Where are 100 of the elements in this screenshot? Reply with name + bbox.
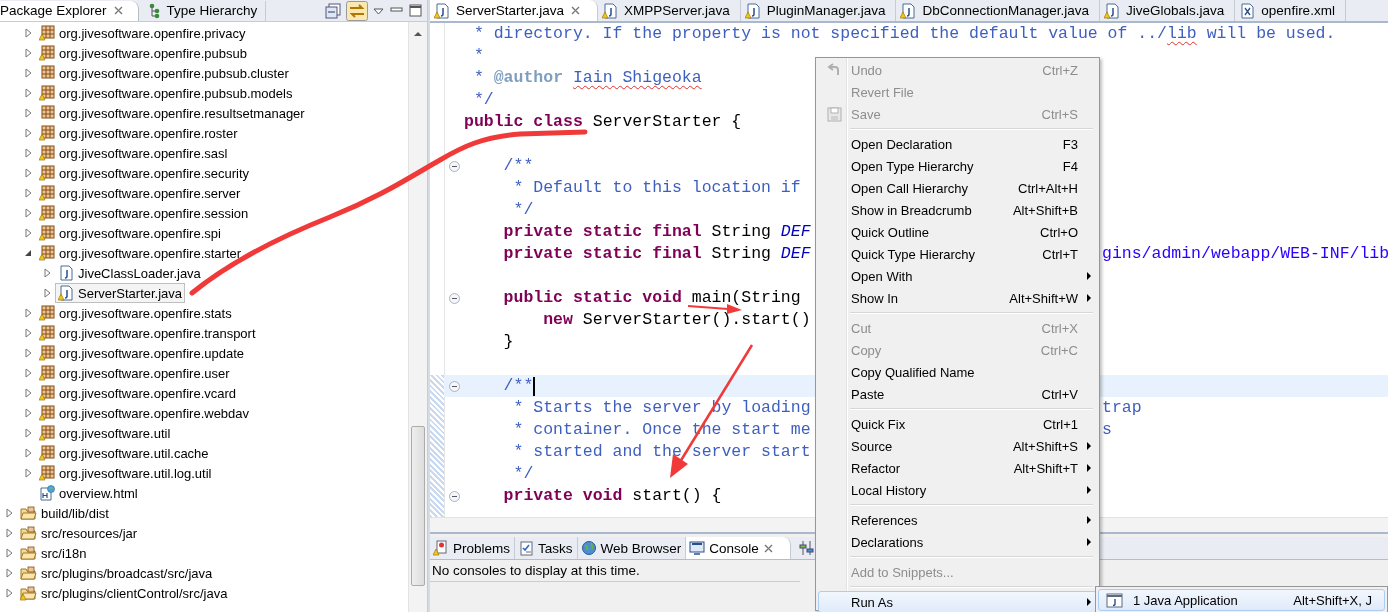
collapsed-arrow-icon[interactable] <box>23 367 33 379</box>
menu-item[interactable]: Show in Breadcrumb Alt+Shift+B <box>818 199 1097 221</box>
menu-item[interactable]: 1 Java Application Alt+Shift+X, J <box>1098 589 1385 611</box>
menu-item[interactable]: Open Call Hierarchy Ctrl+Alt+H <box>818 177 1097 199</box>
tree-item[interactable]: org.jivesoftware.openfire.spi <box>36 223 224 243</box>
fold-icon[interactable] <box>448 292 460 304</box>
tree-item[interactable]: org.jivesoftware.openfire.vcard <box>36 383 240 403</box>
collapsed-arrow-icon[interactable] <box>4 567 14 579</box>
collapsed-arrow-icon[interactable] <box>23 187 33 199</box>
tree-item[interactable]: org.jivesoftware.openfire.update <box>36 343 247 363</box>
editor-tab[interactable]: XMPPServer.java <box>598 0 741 21</box>
tree-item[interactable]: org.jivesoftware.openfire.user <box>36 363 233 383</box>
collapsed-arrow-icon[interactable] <box>4 507 14 519</box>
code-line: public static void main(String <box>444 287 801 309</box>
collapsed-arrow-icon[interactable] <box>23 387 33 399</box>
tree-item[interactable]: org.jivesoftware.openfire.transport <box>36 323 259 343</box>
collapsed-arrow-icon[interactable] <box>23 347 33 359</box>
tree-item[interactable]: ServerStarter.java <box>55 283 186 303</box>
collapsed-arrow-icon[interactable] <box>42 287 52 299</box>
close-icon[interactable] <box>762 542 774 554</box>
menu-item[interactable]: Quick Type Hierarchy Ctrl+T <box>818 243 1097 265</box>
view-tab[interactable]: Tasks <box>515 537 578 559</box>
menu-item[interactable]: Quick Fix Ctrl+1 <box>818 413 1097 435</box>
collapsed-arrow-icon[interactable] <box>23 427 33 439</box>
tree-item[interactable]: JiveClassLoader.java <box>55 263 204 283</box>
tree-item[interactable]: org.jivesoftware.openfire.pubsub <box>36 43 250 63</box>
tree-item[interactable]: org.jivesoftware.util <box>36 423 174 443</box>
tree-item[interactable]: src/plugins/clientControl/src/java <box>17 583 231 603</box>
menu-item[interactable]: Declarations <box>818 531 1097 553</box>
tree-item[interactable]: org.jivesoftware.openfire.sasl <box>36 143 231 163</box>
fold-icon[interactable] <box>448 160 460 172</box>
view-settings-icon[interactable] <box>798 540 814 556</box>
view-tab[interactable]: Package Explorer <box>0 0 139 21</box>
editor-tab[interactable]: PluginManager.java <box>740 0 897 21</box>
menu-item[interactable]: Show In Alt+Shift+W <box>818 287 1097 309</box>
collapsed-arrow-icon[interactable] <box>23 47 33 59</box>
view-tab[interactable]: Problems <box>430 537 516 559</box>
collapsed-arrow-icon[interactable] <box>23 407 33 419</box>
menu-item[interactable]: Quick Outline Ctrl+O <box>818 221 1097 243</box>
tree-item[interactable]: org.jivesoftware.util.log.util <box>36 463 215 483</box>
menu-item[interactable]: Refactor Alt+Shift+T <box>818 457 1097 479</box>
tree-item[interactable]: org.jivesoftware.openfire.session <box>36 203 252 223</box>
menu-item[interactable]: Source Alt+Shift+S <box>818 435 1097 457</box>
collapsed-arrow-icon[interactable] <box>23 127 33 139</box>
collapsed-arrow-icon[interactable] <box>23 227 33 239</box>
menu-item[interactable]: Run As <box>818 591 1097 612</box>
tree-item[interactable]: org.jivesoftware.openfire.privacy <box>36 23 249 43</box>
tree-item[interactable]: org.jivesoftware.openfire.roster <box>36 123 241 143</box>
tree-item[interactable]: org.jivesoftware.openfire.stats <box>36 303 235 323</box>
editor-tab[interactable]: JiveGlobals.java <box>1100 0 1236 21</box>
collapsed-arrow-icon[interactable] <box>4 547 14 559</box>
tree-item[interactable]: org.jivesoftware.openfire.pubsub.models <box>36 83 296 103</box>
tree-item[interactable]: build/lib/dist <box>17 503 112 523</box>
collapsed-arrow-icon[interactable] <box>23 307 33 319</box>
collapsed-arrow-icon[interactable] <box>23 447 33 459</box>
collapsed-arrow-icon[interactable] <box>23 167 33 179</box>
view-menu-icon[interactable] <box>372 5 385 16</box>
tree-item[interactable]: org.jivesoftware.util.cache <box>36 443 212 463</box>
menu-item[interactable]: Open Type Hierarchy F4 <box>818 155 1097 177</box>
menu-item[interactable]: Local History <box>818 479 1097 501</box>
editor-tab[interactable]: ServerStarter.java <box>430 0 599 21</box>
tree-item[interactable]: overview.html <box>36 483 141 503</box>
tree-item[interactable]: src/i18n <box>17 543 90 563</box>
view-tab[interactable]: Type Hierarchy <box>138 0 267 21</box>
collapsed-arrow-icon[interactable] <box>23 87 33 99</box>
close-icon[interactable] <box>112 5 124 16</box>
menu-item[interactable]: References <box>818 509 1097 531</box>
scrollbar-thumb[interactable] <box>411 426 425 586</box>
editor-tab[interactable]: DbConnectionManager.java <box>896 0 1101 21</box>
menu-item[interactable]: Paste Ctrl+V <box>818 383 1097 405</box>
menu-item[interactable]: Open Declaration F3 <box>818 133 1097 155</box>
collapsed-arrow-icon[interactable] <box>4 587 14 599</box>
collapsed-arrow-icon[interactable] <box>23 67 33 79</box>
collapsed-arrow-icon[interactable] <box>23 467 33 479</box>
close-icon[interactable] <box>570 5 582 16</box>
link-editor-icon[interactable] <box>346 0 368 21</box>
fold-icon[interactable] <box>448 380 460 392</box>
maximize-icon[interactable] <box>408 4 423 17</box>
save-icon <box>825 105 843 123</box>
tree-item[interactable]: org.jivesoftware.openfire.webdav <box>36 403 253 423</box>
tree-item[interactable]: org.jivesoftware.openfire.starter <box>36 243 245 263</box>
collapsed-arrow-icon[interactable] <box>23 107 33 119</box>
tree-item[interactable]: org.jivesoftware.openfire.security <box>36 163 253 183</box>
collapsed-arrow-icon[interactable] <box>23 147 33 159</box>
view-tab[interactable]: Console <box>686 537 791 559</box>
menu-item[interactable]: Open With <box>818 265 1097 287</box>
tree-item[interactable]: org.jivesoftware.openfire.resultsetmanager <box>36 103 308 123</box>
collapsed-arrow-icon[interactable] <box>23 327 33 339</box>
collapsed-arrow-icon[interactable] <box>42 267 52 279</box>
tree-item[interactable]: src/plugins/broadcast/src/java <box>17 563 216 583</box>
collapsed-arrow-icon[interactable] <box>23 27 33 39</box>
collapse-all-icon[interactable] <box>325 2 342 19</box>
collapsed-arrow-icon[interactable] <box>23 207 33 219</box>
menu-item[interactable]: Copy Qualified Name <box>818 361 1097 383</box>
collapsed-arrow-icon[interactable] <box>4 527 14 539</box>
tree-item[interactable]: src/resources/jar <box>17 523 141 543</box>
tree-item[interactable]: org.jivesoftware.openfire.server <box>36 183 244 203</box>
editor-tab[interactable]: openfire.xml <box>1235 0 1346 21</box>
fold-icon[interactable] <box>448 490 460 502</box>
tree-item[interactable]: org.jivesoftware.openfire.pubsub.cluster <box>36 63 292 83</box>
